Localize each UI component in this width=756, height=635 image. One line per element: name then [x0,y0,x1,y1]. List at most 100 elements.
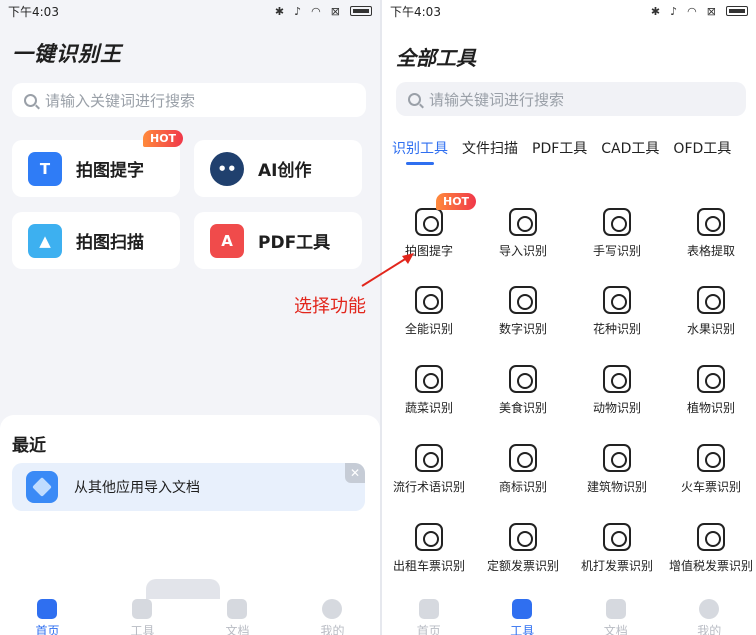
sim-icon: ⊠ [330,4,340,18]
status-bar: 下午4:03 ✱ ♪ ◠ ⊠ [0,0,380,22]
tab-label: 我的 [697,624,722,635]
cube-icon [26,471,58,503]
tab-home[interactable]: 首页 [35,593,60,635]
tool-icon [697,208,725,236]
tab-file-scan[interactable]: 文件扫描 [462,138,518,158]
tool-label: 出租车票识别 [392,559,465,573]
close-icon[interactable]: ✕ [345,463,365,483]
text-scan-icon: T [28,151,62,186]
tab-documents[interactable]: 文档 [225,593,250,635]
tools-icon [132,599,153,619]
tool-icon [697,523,725,551]
tool-icon [603,365,631,393]
tool-item[interactable]: 动物识别 [570,365,664,416]
tool-item[interactable]: 增值税发票识别 [664,523,756,574]
tool-item[interactable]: 美食识别 [476,365,570,416]
tool-card-ai-create[interactable]: •• AI创作 [194,140,362,197]
tool-icon [697,286,725,314]
tool-item[interactable]: 手写识别 [570,208,664,259]
tool-icon [415,365,443,393]
search-placeholder: 请输关键词进行搜索 [429,90,565,109]
tool-item[interactable]: 商标识别 [476,444,570,495]
card-label: PDF工具 [258,233,331,253]
tab-home[interactable]: 首页 [417,593,441,635]
tool-label: 全能识别 [404,322,453,336]
tab-label: 文档 [225,624,250,635]
category-tabs: 识别工具 文件扫描 PDF工具 CAD工具 OFD工具 [392,138,731,165]
tool-item[interactable]: 数字识别 [476,286,570,337]
annotation-text: 选择功能 [294,296,366,317]
tool-item[interactable]: 花种识别 [570,286,664,337]
recent-import-item[interactable]: 从其他应用导入文档 ✕ [12,463,365,511]
bottom-tabbar: 首页 工具 文档 我的 [382,593,756,635]
wifi-icon: ◠ [687,4,697,18]
tool-icon [415,444,443,472]
tab-label: 工具 [510,624,535,635]
tab-mine[interactable]: 我的 [697,593,721,635]
robot-icon: •• [210,151,244,186]
card-label: AI创作 [258,161,312,181]
tool-item[interactable]: 建筑物识别 [570,444,664,495]
tool-label: 建筑物识别 [586,480,647,494]
tool-label: 蔬菜识别 [404,401,453,415]
battery-icon [350,6,372,16]
tool-label: 水果识别 [686,322,735,336]
tool-icon [603,444,631,472]
annotation-arrow-icon [361,253,414,287]
tool-item[interactable]: 机打发票识别 [570,523,664,574]
tool-icon [415,208,443,236]
tool-label: 手写识别 [592,244,641,258]
tool-item[interactable]: 定额发票识别 [476,523,570,574]
tab-mine[interactable]: 我的 [320,593,345,635]
tool-item[interactable]: 流行术语识别 [382,444,476,495]
tab-tools[interactable]: 工具 [130,593,155,635]
hot-badge: HOT [143,130,184,147]
wifi-icon: ◠ [311,4,321,18]
tool-label: 商标识别 [498,480,547,494]
user-icon [322,599,343,619]
tool-icon [509,444,537,472]
image-scan-icon: ▲ [28,223,62,258]
tool-card-photo-scan[interactable]: ▲ 拍图扫描 [12,212,180,269]
search-placeholder: 请输入关键词进行搜索 [45,91,196,110]
tool-icon [509,365,537,393]
tab-label: 首页 [416,624,441,635]
home-icon [37,599,58,619]
tool-item[interactable]: 导入识别 [476,208,570,259]
tool-item[interactable]: 植物识别 [664,365,756,416]
tool-label: 美食识别 [498,401,547,415]
tool-item[interactable]: 蔬菜识别 [382,365,476,416]
tool-item[interactable]: 表格提取 [664,208,756,259]
tool-item[interactable]: 出租车票识别 [382,523,476,574]
tool-label: 植物识别 [686,401,735,415]
sim-icon: ⊠ [706,4,716,18]
tool-icon [509,208,537,236]
tool-item[interactable]: 火车票识别 [664,444,756,495]
tab-cad-tools[interactable]: CAD工具 [601,138,659,158]
status-icons: ✱ ♪ ◠ ⊠ [651,5,748,18]
search-input[interactable]: 请输关键词进行搜索 [396,82,746,116]
tools-screen: 下午4:03 ✱ ♪ ◠ ⊠ 全部工具 请输关键词进行搜索 识别工具 文件扫描 … [382,0,756,635]
search-input[interactable]: 请输入关键词进行搜索 [12,83,366,117]
tab-tools[interactable]: 工具 [510,593,534,635]
user-icon [699,599,720,619]
search-icon [408,92,421,106]
tool-icon [697,444,725,472]
mute-icon: ♪ [670,4,678,18]
tool-label: 定额发票识别 [486,559,559,573]
tab-recognition-tools[interactable]: 识别工具 [392,138,448,165]
tool-label: 花种识别 [592,322,641,336]
tool-label: 表格提取 [686,244,735,258]
tool-card-pdf[interactable]: A PDF工具 [194,212,362,269]
tab-pdf-tools[interactable]: PDF工具 [532,138,587,158]
tool-item[interactable]: 水果识别 [664,286,756,337]
status-icons: ✱ ♪ ◠ ⊠ [275,5,372,18]
tools-icon [512,599,533,619]
tab-documents[interactable]: 文档 [604,593,628,635]
battery-icon [726,6,748,16]
tab-ofd-tools[interactable]: OFD工具 [673,138,731,158]
tool-icon [603,208,631,236]
home-icon [418,599,439,619]
bluetooth-icon: ✱ [274,4,285,18]
tool-card-photo-text[interactable]: T 拍图提字 [12,140,180,197]
